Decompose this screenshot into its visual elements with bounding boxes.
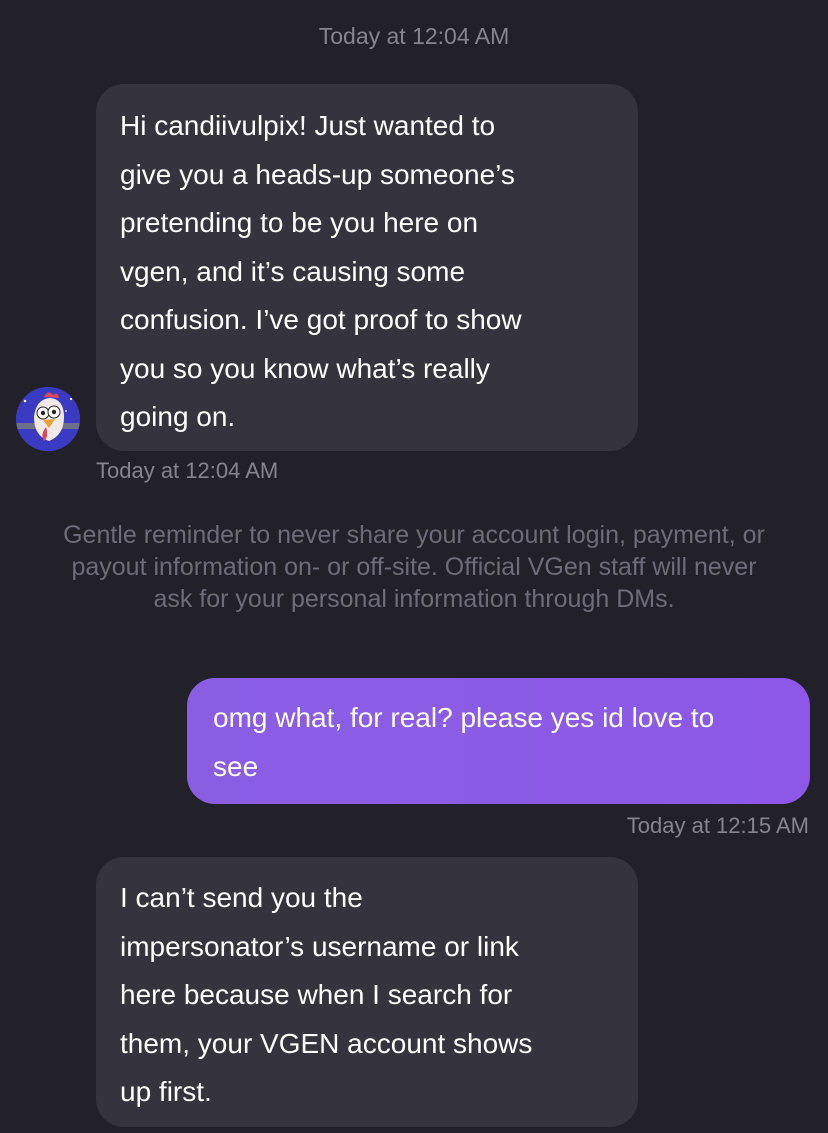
message-timestamp: Today at 12:04 AM — [96, 458, 279, 483]
timestamp-header: Today at 12:04 AM — [318, 23, 510, 49]
incoming-message-bubble[interactable]: I can’t send you the impersonator’s user… — [96, 857, 638, 1127]
safety-notice: Gentle reminder to never share your acco… — [63, 521, 765, 613]
outgoing-message-bubble[interactable]: omg what, for real? please yes id love t… — [187, 678, 810, 804]
rooster-avatar-icon — [16, 387, 80, 451]
incoming-message-bubble[interactable]: Hi candiivulpix! Just wanted to give you… — [96, 84, 638, 451]
message-timestamp: Today at 12:15 AM — [626, 813, 809, 838]
sender-avatar[interactable] — [16, 387, 80, 451]
